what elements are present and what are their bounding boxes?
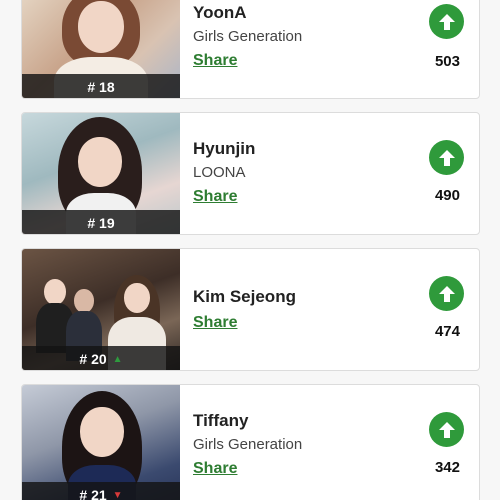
- share-link[interactable]: Share: [193, 460, 237, 478]
- rank-label: # 20 ▲: [22, 346, 180, 370]
- idol-name: Hyunjin: [193, 139, 256, 158]
- arrow-up-circle-icon: [438, 421, 455, 438]
- vote-count: 342: [434, 459, 460, 476]
- vote-count: 474: [434, 323, 460, 340]
- idol-group: Girls Generation: [193, 436, 303, 453]
- idol-photo[interactable]: # 18: [22, 0, 180, 98]
- idol-card[interactable]: # 20 ▲ Kim Sejeong Share 474: [21, 248, 480, 371]
- idol-card[interactable]: # 18 YoonA Girls Generation Share 503: [21, 0, 480, 99]
- vote-count: 503: [434, 53, 460, 70]
- vote-count: 490: [434, 187, 460, 204]
- rank-label: # 19: [22, 210, 180, 234]
- arrow-up-circle-icon: [438, 285, 455, 302]
- vote-button[interactable]: [429, 4, 464, 39]
- idol-card[interactable]: # 21 ▼ Tiffany Girls Generation Share 34…: [21, 384, 480, 500]
- arrow-up-circle-icon: [438, 13, 455, 30]
- vote-button[interactable]: [429, 412, 464, 447]
- idol-photo[interactable]: # 21 ▼: [22, 385, 180, 500]
- ranking-list: # 18 YoonA Girls Generation Share 503 # …: [0, 0, 500, 500]
- idol-name: Kim Sejeong: [193, 287, 296, 306]
- rank-label: # 18: [22, 74, 180, 98]
- idol-photo[interactable]: # 19: [22, 113, 180, 234]
- arrow-up-circle-icon: [438, 149, 455, 166]
- share-link[interactable]: Share: [193, 52, 237, 70]
- idol-name: Tiffany: [193, 411, 249, 430]
- rank-label: # 21 ▼: [22, 482, 180, 500]
- vote-button[interactable]: [429, 276, 464, 311]
- idol-name: YoonA: [193, 3, 247, 22]
- idol-card[interactable]: # 19 Hyunjin LOONA Share 490: [21, 112, 480, 235]
- idol-photo[interactable]: # 20 ▲: [22, 249, 180, 370]
- triangle-up-icon: ▲: [112, 353, 123, 365]
- share-link[interactable]: Share: [193, 314, 237, 332]
- vote-button[interactable]: [429, 140, 464, 175]
- share-link[interactable]: Share: [193, 188, 237, 206]
- idol-group: Girls Generation: [193, 28, 303, 45]
- idol-group: LOONA: [193, 164, 246, 181]
- triangle-down-icon: ▼: [112, 489, 123, 500]
